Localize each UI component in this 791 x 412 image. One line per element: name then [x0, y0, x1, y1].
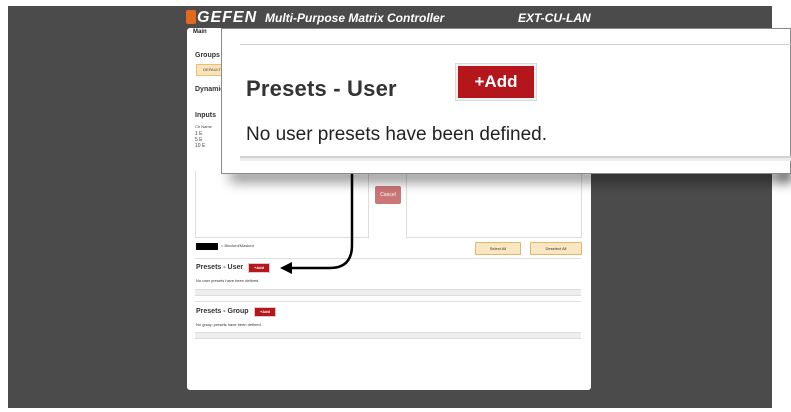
- zoom-divider-top: [240, 44, 791, 45]
- zoom-presets-user-title: Presets - User: [246, 76, 397, 101]
- zoom-list-bar: [240, 158, 791, 161]
- zoom-add-button[interactable]: +Add: [458, 66, 534, 98]
- zoom-empty-note: No user presets have been defined.: [246, 124, 548, 145]
